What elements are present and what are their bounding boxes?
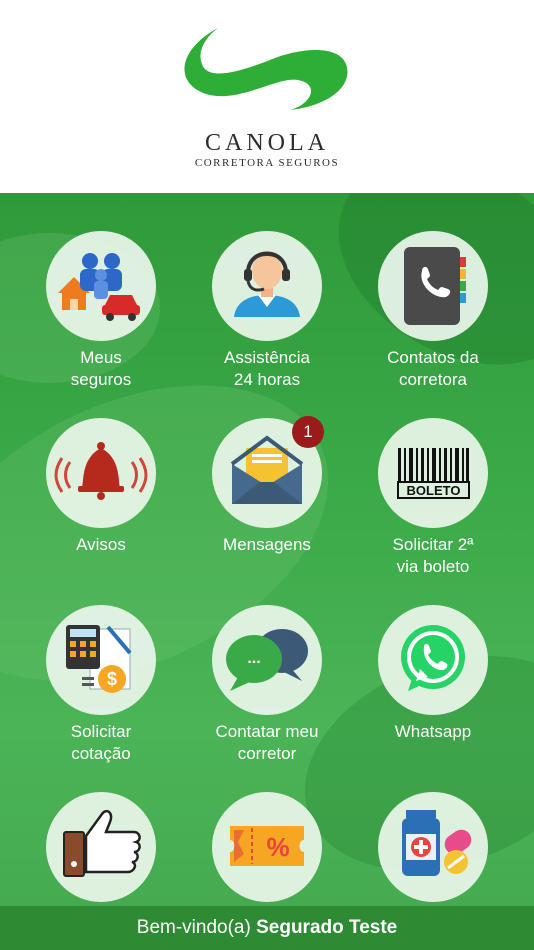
menu-tile-assistencia[interactable]: Assistência 24 horas: [182, 231, 352, 411]
tile-icon-circle: [378, 231, 488, 341]
svg-text:BOLETO: BOLETO: [407, 483, 461, 498]
menu-tile-whatsapp[interactable]: Whatsapp: [348, 605, 518, 785]
app-header: CANOLA CORRETORA SEGUROS: [0, 0, 534, 193]
menu-tile-boleto[interactable]: BOLETO Solicitar 2ª via boleto: [348, 418, 518, 598]
tile-label: Solicitar 2ª via boleto: [392, 535, 474, 576]
brand-name: CANOLA: [205, 130, 329, 156]
family-home-car-icon: [58, 253, 140, 321]
barcode-icon: BOLETO: [397, 448, 470, 499]
svg-text:...: ...: [247, 650, 260, 667]
menu-tile-mensagens[interactable]: 1 Mensagens: [182, 416, 352, 598]
menu-tile-contatos[interactable]: Contatos da corretora: [348, 231, 518, 411]
bell-icon: [54, 442, 148, 500]
tile-label: Contatos da corretora: [387, 348, 479, 389]
tile-icon-circle: [46, 792, 156, 902]
tile-icon-circle: [378, 792, 488, 902]
svg-text:$: $: [107, 669, 117, 689]
tile-icon-circle: BOLETO: [378, 418, 488, 528]
tile-icon-circle: %: [212, 792, 322, 902]
tile-label: Contatar meu corretor: [215, 722, 319, 763]
thumbs-up-icon: [63, 810, 141, 877]
menu-tile-cotacao[interactable]: $ Solicitar cotação: [16, 605, 186, 785]
menu-tile-avaliar[interactable]: [16, 792, 186, 906]
tile-icon-circle: ...: [212, 605, 322, 715]
tile-label: Avisos: [76, 535, 126, 554]
brand-tagline: CORRETORA SEGUROS: [194, 157, 340, 169]
menu-tile-saude[interactable]: [348, 792, 518, 906]
unread-badge: 1: [292, 416, 324, 448]
tile-icon-circle: 1: [212, 416, 324, 528]
tile-label: Solicitar cotação: [70, 722, 132, 763]
menu-grid: Meus seguros Assistência 24 horas Contat…: [0, 193, 534, 906]
medicine-icon: [402, 810, 472, 876]
discount-ticket-icon: %: [230, 826, 304, 866]
tile-icon-circle: [378, 605, 488, 715]
tile-icon-circle: [46, 418, 156, 528]
menu-tile-contatar-corretor[interactable]: ... Contatar meu corretor: [182, 605, 352, 785]
welcome-greeting: Bem-vindo(a): [136, 917, 251, 938]
phone-book-icon: [404, 247, 466, 325]
tile-icon-circle: [212, 231, 322, 341]
headset-agent-icon: [234, 251, 300, 317]
tile-label: Whatsapp: [394, 722, 472, 741]
menu-tile-avisos[interactable]: Avisos: [16, 418, 186, 598]
chat-bubbles-icon: ...: [226, 629, 308, 691]
tile-icon-circle: $: [46, 605, 156, 715]
tile-label: Assistência 24 horas: [224, 348, 310, 389]
svg-text:%: %: [266, 832, 289, 862]
tile-label: Mensagens: [223, 535, 311, 554]
user-name: Segurado Teste: [256, 917, 398, 938]
calculator-icon: $: [66, 625, 132, 693]
canola-logo-icon: [184, 28, 348, 110]
tile-label: Meus seguros: [70, 348, 132, 389]
menu-tile-meus-seguros[interactable]: Meus seguros: [16, 231, 186, 411]
whatsapp-icon: [401, 625, 465, 691]
menu-tile-descontos[interactable]: %: [182, 792, 352, 906]
tile-icon-circle: [46, 231, 156, 341]
welcome-bar: Bem-vindo(a) Segurado Teste: [0, 906, 534, 950]
